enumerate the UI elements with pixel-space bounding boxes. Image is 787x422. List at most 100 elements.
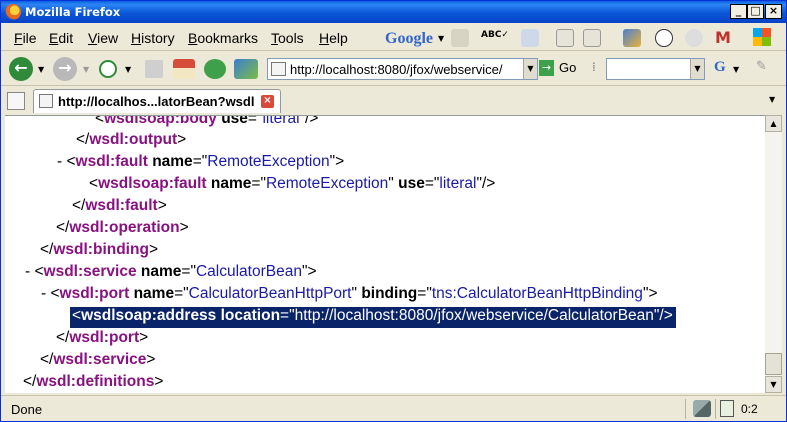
xml-tag-name: wsdl:service	[43, 263, 137, 280]
menu-tools[interactable]: Tools	[271, 30, 304, 46]
url-text: http://localhost:8080/jfox/webservice/	[290, 62, 503, 77]
gmail-icon[interactable]: M	[715, 28, 731, 47]
menu-help[interactable]: Help	[319, 30, 348, 46]
menu-view[interactable]: View	[88, 30, 118, 46]
go-button[interactable]: Go	[559, 60, 576, 75]
xml-line: </wsdl:operation>	[56, 219, 189, 240]
toolbar-icon-rss[interactable]	[583, 29, 601, 47]
browser-window: Mozilla Firefox _ □ × File Edit View His…	[0, 0, 787, 422]
toolbar-icon-image[interactable]	[623, 29, 641, 47]
toolbar-icon-green[interactable]	[204, 59, 226, 79]
search-engine-dropdown-icon[interactable]: ▼	[733, 65, 739, 74]
toolbar-grip-icon[interactable]: ⁞	[592, 60, 596, 74]
xml-punctuation: ="	[417, 285, 432, 302]
highlight-pen-icon[interactable]: ✎	[756, 59, 767, 74]
forward-arrow-icon[interactable]: →	[53, 57, 77, 81]
xml-punctuation: >	[148, 241, 158, 258]
toolbar-icon-people[interactable]	[685, 29, 703, 47]
maximize-button[interactable]: □	[747, 4, 764, 19]
xml-line: </wsdl:binding>	[40, 241, 158, 262]
xml-attr-name: name	[140, 263, 182, 280]
scroll-down-button[interactable]: ▼	[765, 376, 782, 393]
google-toolbar-logo[interactable]: Google	[383, 28, 443, 48]
google-search-icon[interactable]: G	[714, 59, 726, 76]
xml-punctuation: ="	[251, 175, 266, 192]
xml-attr-value: RemoteException	[265, 175, 389, 192]
menu-history[interactable]: History	[131, 30, 175, 46]
minimize-button[interactable]: _	[730, 4, 747, 19]
xml-attr-name: name	[152, 153, 193, 170]
xml-tag-name: wsdlsoap:fault	[98, 175, 207, 192]
xml-line-selected: <wsdlsoap:address location="http://local…	[70, 307, 676, 328]
xml-punctuation: - <	[25, 263, 44, 280]
xml-tag-name: wsdl:fault	[75, 153, 148, 170]
reload-dropdown-icon[interactable]: ▼	[125, 65, 131, 74]
toolbar-icon-bookmark[interactable]	[451, 29, 469, 47]
url-bar[interactable]: http://localhost:8080/jfox/webservice/	[267, 58, 538, 80]
search-dropdown-icon[interactable]: ▼	[690, 59, 704, 79]
xml-attr-name: use	[398, 175, 425, 192]
xml-line[interactable]: - <wsdl:port name="CalculatorBeanHttpPor…	[41, 285, 658, 306]
back-arrow-icon[interactable]: ←	[9, 57, 33, 81]
xml-attr-name: binding	[361, 285, 418, 302]
xml-tag-name: wsdlsoap:address	[81, 307, 217, 324]
menu-edit[interactable]: Edit	[49, 30, 73, 46]
compass-icon[interactable]	[655, 29, 673, 47]
tab-close-icon[interactable]: ×	[261, 95, 274, 108]
xml-punctuation: >	[177, 131, 187, 148]
xml-line[interactable]: - <wsdl:fault name="RemoteException">	[57, 153, 344, 174]
xml-punctuation: ="	[174, 285, 189, 302]
xml-punctuation: </	[76, 131, 90, 148]
scroll-up-button[interactable]: ▲	[765, 115, 782, 132]
status-clock-icon[interactable]	[720, 400, 734, 417]
stop-icon[interactable]	[145, 60, 163, 78]
xml-tag-name: wsdl:output	[89, 131, 178, 148]
tab-list-dropdown-icon[interactable]: ▼	[769, 95, 775, 104]
tab-wsdl[interactable]: http://localhos...latorBean?wsdl ×	[33, 89, 281, 113]
tab-bar: http://localhos...latorBean?wsdl × ▼	[1, 87, 786, 114]
xml-punctuation: "	[351, 285, 362, 302]
status-counter: 0:2	[741, 402, 758, 416]
status-addon-icon[interactable]	[693, 400, 711, 417]
xml-attr-name: name	[210, 175, 252, 192]
xml-punctuation: ">	[301, 263, 317, 280]
xml-tag-name: wsdl:operation	[69, 219, 180, 236]
xml-punctuation: ="	[247, 115, 263, 127]
menu-bookmarks[interactable]: Bookmarks	[188, 30, 258, 46]
xml-attr-value: literal	[262, 115, 300, 127]
menu-file[interactable]: File	[14, 30, 37, 46]
xml-line: </wsdl:port>	[56, 329, 148, 350]
xml-line: <wsdlsoap:fault name="RemoteException" u…	[89, 175, 495, 196]
google-dropdown-icon[interactable]: ▼	[438, 34, 444, 43]
xml-punctuation: ">	[329, 153, 345, 170]
xml-punctuation: >	[157, 197, 167, 214]
windows-logo-icon	[753, 28, 771, 46]
close-button[interactable]: ×	[765, 4, 782, 19]
toolbar-icon-highlight[interactable]	[521, 29, 539, 47]
url-dropdown-icon[interactable]: ▼	[523, 59, 537, 79]
reload-icon[interactable]	[99, 60, 117, 78]
toolbar-icon-page[interactable]	[556, 29, 574, 47]
toolbar-icon-network[interactable]	[234, 59, 258, 79]
new-tab-icon[interactable]	[7, 92, 25, 110]
xml-punctuation: </	[56, 219, 70, 236]
xml-punctuation: - <	[57, 153, 76, 170]
window-title: Mozilla Firefox	[25, 5, 121, 19]
xml-punctuation: ="	[192, 153, 208, 170]
xml-punctuation: </	[40, 351, 54, 368]
spellcheck-icon[interactable]: ABC✓	[481, 30, 509, 40]
scroll-thumb[interactable]	[765, 353, 782, 375]
forward-history-dropdown-icon[interactable]: ▼	[83, 65, 89, 74]
back-history-dropdown-icon[interactable]: ▼	[38, 65, 44, 74]
go-arrow-icon[interactable]: →	[539, 60, 554, 76]
status-bar: Done 0:2	[1, 395, 786, 421]
xml-punctuation: ="	[280, 307, 295, 324]
vertical-scrollbar[interactable]: ▲ ▼	[765, 115, 782, 393]
xml-tag-name: wsdl:port	[69, 329, 140, 346]
xml-attr-value: CalculatorBean	[195, 263, 302, 280]
home-icon[interactable]	[173, 59, 195, 79]
tab-page-icon	[39, 94, 53, 108]
xml-punctuation: "/>	[653, 307, 673, 324]
xml-line: <wsdlsoap:body use="literal"/>	[95, 115, 318, 131]
xml-line[interactable]: - <wsdl:service name="CalculatorBean">	[25, 263, 317, 284]
